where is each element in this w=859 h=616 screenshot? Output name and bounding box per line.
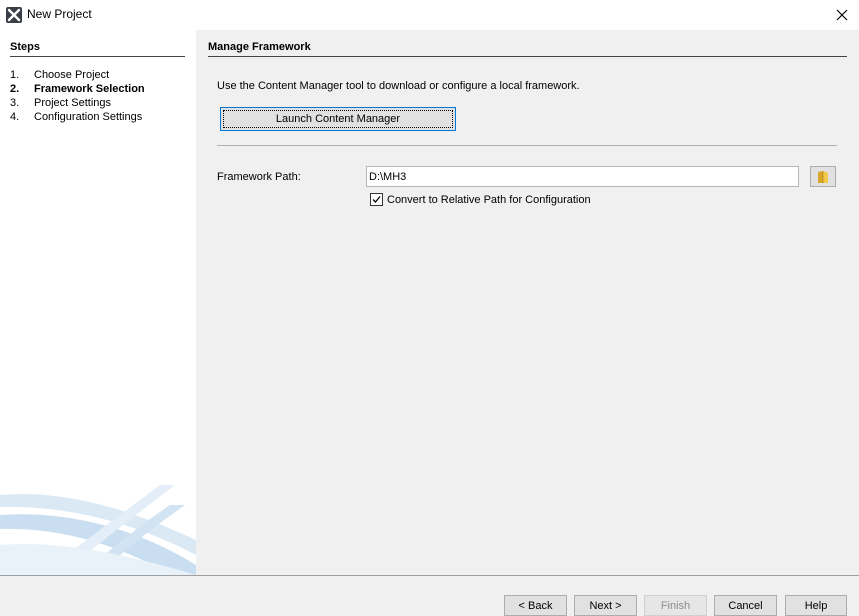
- relative-path-checkbox-row[interactable]: Convert to Relative Path for Configurati…: [370, 193, 591, 206]
- step-item-choose-project: 1. Choose Project: [10, 68, 145, 82]
- step-item-configuration-settings: 4. Configuration Settings: [10, 110, 145, 124]
- description-text: Use the Content Manager tool to download…: [217, 80, 580, 92]
- step-item-framework-selection: 2. Framework Selection: [10, 82, 145, 96]
- section-divider: [208, 56, 847, 57]
- steps-heading: Steps: [10, 41, 40, 53]
- relative-path-checkbox[interactable]: [370, 193, 383, 206]
- next-button[interactable]: Next >: [574, 595, 637, 616]
- step-number: 2.: [10, 83, 20, 95]
- framework-path-label: Framework Path:: [217, 171, 301, 183]
- step-number: 1.: [10, 69, 20, 81]
- step-label: Framework Selection: [34, 83, 145, 95]
- content-panel: Manage Framework Use the Content Manager…: [196, 30, 859, 575]
- back-button[interactable]: < Back: [504, 595, 567, 616]
- relative-path-checkbox-label[interactable]: Convert to Relative Path for Configurati…: [387, 194, 591, 206]
- close-icon: [836, 9, 848, 21]
- app-logo-icon: [6, 7, 22, 23]
- cancel-button[interactable]: Cancel: [714, 595, 777, 616]
- steps-list: 1. Choose Project 2. Framework Selection…: [10, 68, 145, 124]
- footer-button-bar: < Back Next > Finish Cancel Help: [0, 575, 859, 616]
- title-bar: New Project: [0, 0, 859, 30]
- close-button[interactable]: [825, 0, 859, 30]
- framework-path-input[interactable]: [366, 166, 799, 187]
- finish-button[interactable]: Finish: [644, 595, 707, 616]
- step-label: Configuration Settings: [34, 111, 143, 123]
- steps-panel: Steps 1. Choose Project 2. Framework Sel…: [0, 30, 196, 575]
- folder-icon: [818, 170, 828, 183]
- step-label: Choose Project: [34, 69, 110, 81]
- browse-button[interactable]: [810, 166, 836, 187]
- steps-divider: [10, 56, 185, 57]
- launch-content-manager-button[interactable]: Launch Content Manager: [220, 107, 456, 131]
- decorative-swoosh-graphic: [0, 485, 196, 575]
- step-item-project-settings: 3. Project Settings: [10, 96, 145, 110]
- section-heading: Manage Framework: [208, 41, 311, 53]
- horizontal-divider: [217, 145, 837, 146]
- new-project-dialog: New Project Steps 1. Choose Project 2. F…: [0, 0, 859, 616]
- window-title: New Project: [27, 7, 92, 21]
- checkmark-icon: [372, 196, 381, 203]
- step-number: 4.: [10, 111, 20, 123]
- step-label: Project Settings: [34, 97, 112, 109]
- step-number: 3.: [10, 97, 20, 109]
- help-button[interactable]: Help: [785, 595, 847, 616]
